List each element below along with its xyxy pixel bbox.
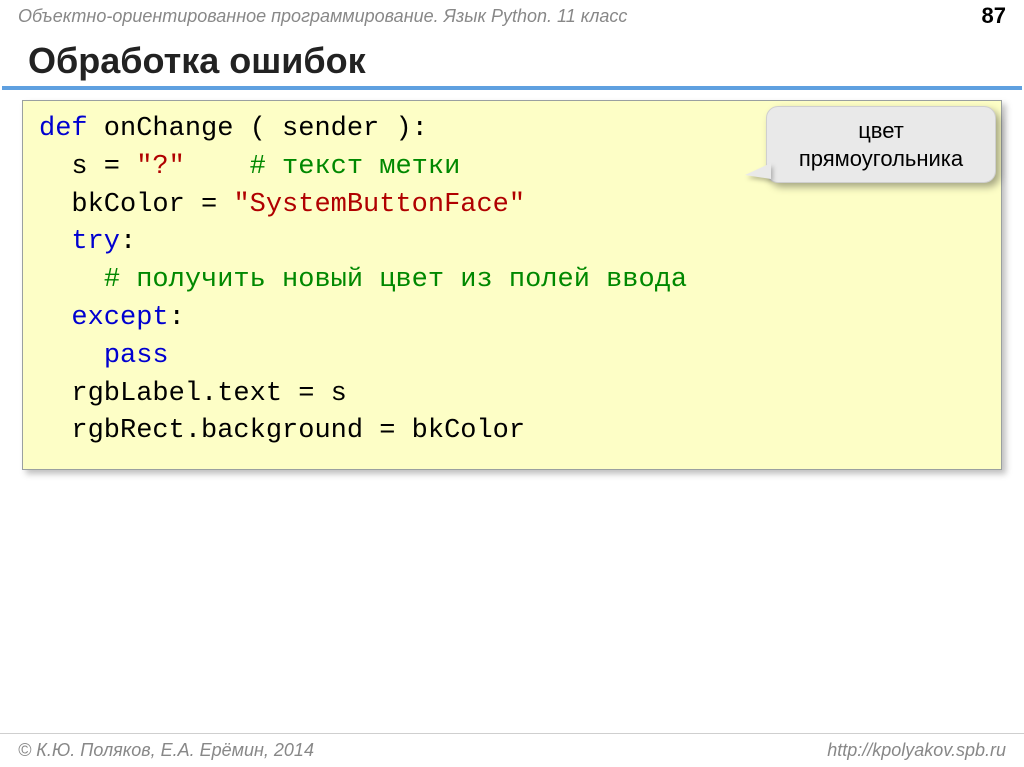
code-text: s =	[39, 152, 136, 182]
callout-line-1: цвет	[779, 117, 983, 145]
code-text	[39, 341, 104, 371]
string-literal: "SystemButtonFace"	[233, 190, 525, 220]
callout-tail-icon	[745, 163, 771, 179]
page-number: 87	[982, 3, 1006, 29]
code-text	[39, 265, 104, 295]
kw-except: except	[71, 303, 168, 333]
slide: Объектно-ориентированное программировани…	[0, 0, 1024, 767]
section-title: Обработка ошибок	[0, 32, 1024, 86]
header-bar: Объектно-ориентированное программировани…	[0, 0, 1024, 32]
callout-bubble: цвет прямоугольника	[766, 106, 996, 183]
footer-authors: © К.Ю. Поляков, Е.А. Ерёмин, 2014	[18, 740, 314, 761]
code-text: onChange ( sender ):	[88, 114, 428, 144]
course-title: Объектно-ориентированное программировани…	[18, 6, 982, 27]
code-text: rgbRect.background = bkColor	[39, 416, 525, 446]
comment: # текст метки	[250, 152, 461, 182]
code-area: def onChange ( sender ): s = "?" # текст…	[22, 100, 1002, 470]
callout-line-2: прямоугольника	[779, 145, 983, 173]
code-text	[39, 303, 71, 333]
code-text: rgbLabel.text = s	[39, 379, 347, 409]
code-text	[185, 152, 250, 182]
kw-try: try	[71, 227, 120, 257]
comment: # получить новый цвет из полей ввода	[104, 265, 687, 295]
code-text: :	[169, 303, 185, 333]
code-text: :	[120, 227, 136, 257]
title-rule	[2, 86, 1022, 90]
kw-pass: pass	[104, 341, 169, 371]
string-literal: "?"	[136, 152, 185, 182]
code-text	[39, 227, 71, 257]
footer-bar: © К.Ю. Поляков, Е.А. Ерёмин, 2014 http:/…	[0, 733, 1024, 767]
code-text: bkColor =	[39, 190, 233, 220]
kw-def: def	[39, 114, 88, 144]
footer-url: http://kpolyakov.spb.ru	[827, 740, 1006, 761]
